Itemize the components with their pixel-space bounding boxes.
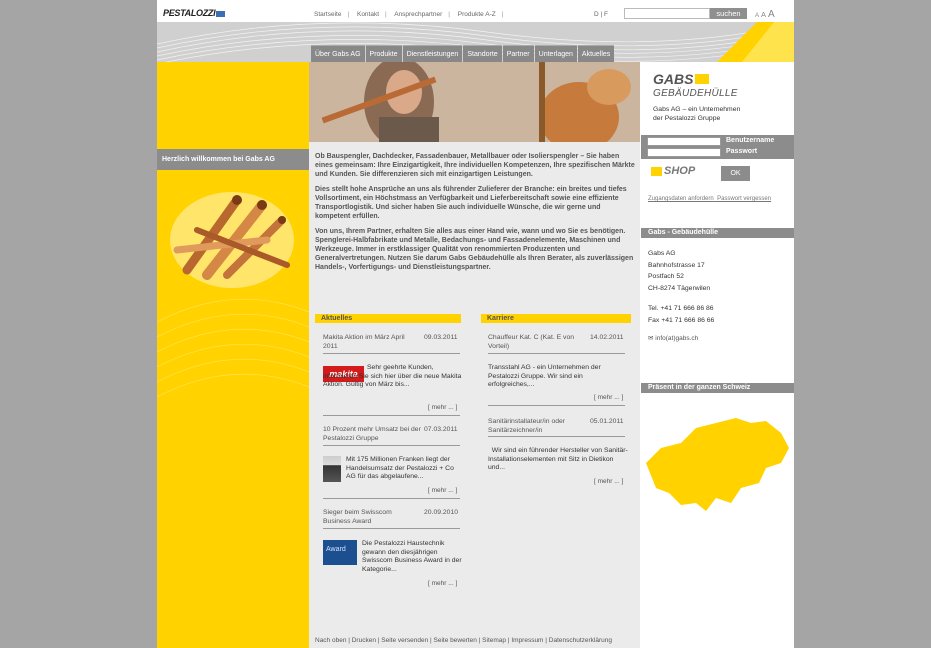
font-large[interactable]: A bbox=[768, 9, 775, 20]
job-date: 14.02.2011 bbox=[590, 334, 624, 341]
welcome-bar: Herzlich willkommen bei Gabs AG bbox=[157, 149, 309, 170]
map-header: Präsent in der ganzen Schweiz bbox=[641, 383, 794, 393]
job-title[interactable]: Sanitärinstallateur/in oder Sanitärzeich… bbox=[488, 418, 580, 435]
shop-icon bbox=[651, 166, 662, 176]
address: Gabs AG Bahnhofstrasse 17 Postfach 52 CH-82… bbox=[648, 250, 711, 292]
job-title[interactable]: Chauffeur Kat. C (Kat. E von Vorteil) bbox=[488, 334, 580, 351]
hero-image bbox=[309, 62, 640, 142]
search-button[interactable]: suchen bbox=[710, 8, 747, 19]
forgot-password-link[interactable]: Passwort vergessen bbox=[717, 196, 771, 202]
font-size-switch[interactable]: A A A bbox=[755, 9, 775, 20]
divider bbox=[323, 415, 460, 416]
nav-standorte[interactable]: Standorte bbox=[463, 45, 502, 62]
footer-links[interactable]: Nach oben | Drucken | Seite versenden | … bbox=[315, 637, 612, 644]
email-link[interactable]: ✉ info(at)gabs.ch bbox=[648, 334, 698, 342]
login-links: Zugangsdaten anfordern Passwort vergesse… bbox=[648, 196, 771, 202]
main-nav: Über Gabs AG Produkte Dienstleistungen S… bbox=[311, 45, 615, 62]
nav-dienstleistungen[interactable]: Dienstleistungen bbox=[402, 45, 463, 62]
password-input[interactable] bbox=[647, 148, 721, 157]
intro-paragraph: Von uns, Ihrem Partner, erhalten Sie all… bbox=[315, 228, 634, 271]
link-startseite[interactable]: Startseite bbox=[314, 11, 341, 18]
mail-icon: ✉ bbox=[648, 335, 654, 342]
link-ansprechpartner[interactable]: Ansprechpartner bbox=[394, 11, 442, 18]
intro-text: Ob Bauspengler, Dachdecker, Fassadenbaue… bbox=[315, 152, 637, 278]
link-kontakt[interactable]: Kontakt bbox=[357, 11, 379, 18]
divider bbox=[323, 528, 460, 529]
ok-button[interactable]: OK bbox=[721, 166, 750, 181]
left-column: Herzlich willkommen bei Gabs AG bbox=[157, 62, 309, 648]
font-small[interactable]: A bbox=[755, 13, 759, 19]
copper-pipes-image bbox=[170, 192, 294, 288]
karriere-header: Karriere bbox=[481, 314, 631, 323]
divider bbox=[488, 405, 625, 406]
news-text: Sehr geehrte Kunden, informieren Sie sic… bbox=[323, 364, 462, 388]
job-text: Transstahl AG - ein Unternehmen der Pest… bbox=[488, 364, 601, 388]
news-title[interactable]: Makita Aktion im März April 2011 bbox=[323, 334, 418, 351]
username-label: Benutzername bbox=[726, 137, 775, 144]
divider bbox=[323, 445, 460, 446]
news-date: 20.09.2010 bbox=[424, 509, 459, 516]
aktuelles-header: Aktuelles bbox=[315, 314, 461, 323]
divider bbox=[323, 353, 460, 354]
page: PESTALOZZI Startseite | Kontakt | Ansprech… bbox=[157, 0, 794, 648]
nav-aktuelles[interactable]: Aktuelles bbox=[577, 45, 615, 62]
more-link[interactable]: [ mehr ... ] bbox=[428, 580, 457, 587]
more-link[interactable]: [ mehr ... ] bbox=[428, 404, 457, 411]
intro-paragraph: Dies stellt hohe Ansprüche an uns als fü… bbox=[315, 186, 627, 220]
divider bbox=[488, 353, 625, 354]
divider bbox=[323, 498, 460, 499]
phone-fax: Tel. +41 71 666 86 86 Fax +41 71 666 86 6… bbox=[648, 305, 715, 324]
divider bbox=[488, 436, 625, 437]
switzerland-map bbox=[646, 418, 789, 511]
password-label: Passwort bbox=[726, 148, 758, 155]
top-links: Startseite | Kontakt | Ansprechpartner | Pr… bbox=[314, 11, 504, 18]
intro-paragraph: Ob Bauspengler, Dachdecker, Fassadenbaue… bbox=[315, 153, 635, 178]
request-access-link[interactable]: Zugangsdaten anfordern bbox=[648, 196, 714, 202]
nav-produkte[interactable]: Produkte bbox=[365, 45, 402, 62]
more-link[interactable]: [ mehr ... ] bbox=[428, 487, 457, 494]
more-link[interactable]: [ mehr ... ] bbox=[594, 394, 623, 401]
link-produkte-az[interactable]: Produkte A-Z bbox=[458, 11, 496, 18]
font-medium[interactable]: A bbox=[761, 10, 766, 19]
shop-logo[interactable]: SHOP bbox=[651, 165, 695, 177]
language-switch[interactable]: D | F bbox=[594, 11, 608, 18]
nav-unterlagen[interactable]: Unterlagen bbox=[534, 45, 577, 62]
news-text: Die Pestalozzi Haustechnik gewann den di… bbox=[362, 540, 462, 573]
nav-partner[interactable]: Partner bbox=[502, 45, 534, 62]
job-date: 05.01.2011 bbox=[590, 418, 624, 425]
top-bar: PESTALOZZI Startseite | Kontakt | Ansprech… bbox=[157, 0, 794, 22]
news-date: 07.03.2011 bbox=[424, 426, 458, 433]
logo-mark-icon bbox=[216, 10, 226, 17]
contact-header: Gabs - Gebäudehülle bbox=[641, 228, 794, 238]
job-text: Wir sind ein führender Hersteller von Sa… bbox=[488, 447, 628, 471]
award-logo: Award bbox=[323, 540, 357, 565]
nav-ueber-gabs[interactable]: Über Gabs AG bbox=[311, 45, 365, 62]
username-input[interactable] bbox=[647, 137, 721, 146]
portrait-image bbox=[323, 456, 341, 482]
news-text: Mit 175 Millionen Franken liegt der Hand… bbox=[346, 456, 454, 480]
more-link[interactable]: [ mehr ... ] bbox=[594, 478, 623, 485]
news-title[interactable]: Sieger beim Swisscom Business Award bbox=[323, 509, 418, 526]
search-input[interactable] bbox=[624, 8, 710, 19]
tagline: Gabs AG – ein Unternehmen der Pestalozzi … bbox=[653, 106, 741, 122]
news-date: 09.03.2011 bbox=[424, 334, 458, 341]
pestalozzi-logo[interactable]: PESTALOZZI bbox=[163, 8, 226, 18]
news-title[interactable]: 10 Prozent mehr Umsatz bei der Pestalozz… bbox=[323, 426, 421, 443]
logo-square-icon bbox=[695, 74, 710, 84]
gabs-logo[interactable]: GABS GEBÄUDEHÜLLE bbox=[653, 72, 738, 100]
